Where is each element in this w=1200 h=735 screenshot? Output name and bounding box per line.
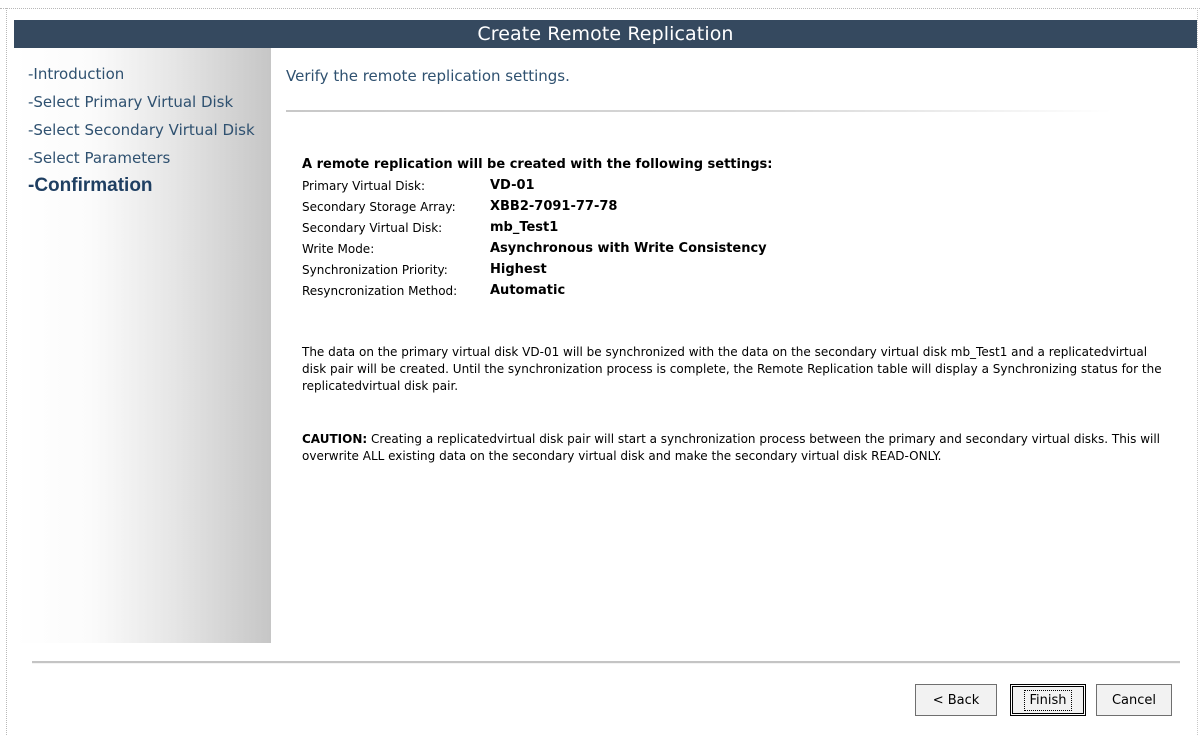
setting-value: Asynchronous with Write Consistency: [490, 241, 767, 256]
setting-row-synchronization-priority: Synchronization Priority: Highest: [302, 259, 767, 280]
step-confirmation: -Confirmation: [28, 175, 153, 196]
button-bar-divider: [32, 661, 1180, 664]
settings-summary-table: Primary Virtual Disk: VD-01 Secondary St…: [302, 175, 767, 301]
setting-label: Secondary Virtual Disk:: [302, 220, 443, 235]
frame-top-edge: [0, 8, 1200, 9]
dialog-title: Create Remote Replication: [14, 20, 1197, 48]
setting-label: Synchronization Priority:: [302, 262, 448, 277]
caution-label: CAUTION:: [302, 432, 368, 446]
setting-row-secondary-virtual-disk: Secondary Virtual Disk: mb_Test1: [302, 217, 767, 238]
setting-value: Highest: [490, 262, 547, 277]
screenshot-canvas: Create Remote Replication -Introduction …: [0, 0, 1200, 735]
setting-label: Secondary Storage Array:: [302, 199, 456, 214]
setting-value: XBB2-7091-77-78: [490, 199, 618, 214]
setting-value: Automatic: [490, 283, 566, 298]
caution-text: Creating a replicatedvirtual disk pair w…: [302, 432, 1161, 463]
setting-row-resyncronization-method: Resyncronization Method: Automatic: [302, 280, 767, 301]
setting-value: VD-01: [490, 178, 535, 193]
frame-right-edge: [1197, 8, 1198, 735]
finish-button-label: Finish: [1024, 689, 1072, 711]
step-select-secondary-virtual-disk: -Select Secondary Virtual Disk: [28, 121, 255, 139]
instruction-text: Verify the remote replication settings.: [286, 67, 570, 85]
wizard-steps-list: -Introduction -Select Primary Virtual Di…: [28, 64, 255, 204]
step-introduction: -Introduction: [28, 65, 125, 83]
setting-label: Resyncronization Method:: [302, 283, 458, 298]
back-button[interactable]: < Back: [915, 684, 997, 716]
setting-row-write-mode: Write Mode: Asynchronous with Write Cons…: [302, 238, 767, 259]
step-select-parameters: -Select Parameters: [28, 149, 171, 167]
create-remote-replication-dialog: Create Remote Replication -Introduction …: [14, 20, 1197, 735]
content-divider: [286, 110, 1112, 112]
setting-label: Write Mode:: [302, 241, 375, 256]
cancel-button[interactable]: Cancel: [1096, 684, 1172, 716]
step-select-primary-virtual-disk: -Select Primary Virtual Disk: [28, 93, 234, 111]
caution-paragraph: CAUTION: Creating a replicatedvirtual di…: [302, 431, 1170, 465]
wizard-content: Verify the remote replication settings. …: [286, 48, 1186, 643]
setting-label: Primary Virtual Disk:: [302, 178, 426, 193]
wizard-steps-sidebar: -Introduction -Select Primary Virtual Di…: [14, 48, 271, 643]
setting-row-primary-virtual-disk: Primary Virtual Disk: VD-01: [302, 175, 767, 196]
setting-row-secondary-storage-array: Secondary Storage Array: XBB2-7091-77-78: [302, 196, 767, 217]
setting-value: mb_Test1: [490, 220, 559, 235]
description-paragraph: The data on the primary virtual disk VD-…: [302, 345, 1162, 393]
summary-heading: A remote replication will be created wit…: [302, 157, 773, 172]
finish-button[interactable]: Finish: [1010, 684, 1086, 716]
frame-left-edge: [6, 8, 7, 735]
